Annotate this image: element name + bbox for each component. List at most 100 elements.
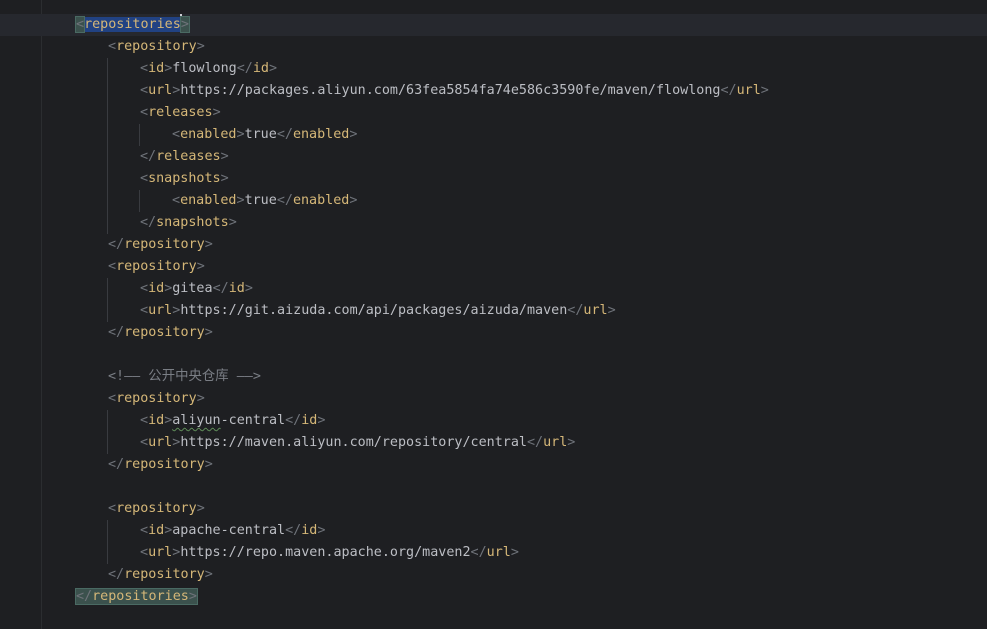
indent-guide — [107, 278, 108, 300]
repository-close-tag: </repository> — [108, 237, 213, 252]
repository-id: gitea — [172, 281, 213, 296]
repository-open-tag: <repository> — [108, 391, 205, 406]
enabled-value: true — [244, 193, 277, 208]
enabled-element: <enabled>true</enabled> — [172, 127, 358, 142]
tag-name: repository — [124, 325, 205, 340]
code-line[interactable] — [0, 344, 987, 366]
tag-name: id — [148, 61, 165, 76]
code-line[interactable]: <id>flowlong</id> — [0, 58, 987, 80]
repository-close-tag: </repository> — [108, 457, 213, 472]
id-element: <id>aliyun-central</id> — [140, 413, 326, 428]
repository-open-tag: <repository> — [108, 259, 205, 274]
tag-name: repository — [124, 567, 205, 582]
tag-name: id — [301, 523, 318, 538]
repository-close-tag: </repository> — [108, 325, 213, 340]
code-line[interactable]: <url>https://packages.aliyun.com/63fea58… — [0, 80, 987, 102]
repository-open-tag: <repository> — [108, 39, 205, 54]
repositories-close-tag: </repositories> — [75, 588, 198, 605]
code-line[interactable]: <enabled>true</enabled> — [0, 124, 987, 146]
url-element: <url>https://packages.aliyun.com/63fea58… — [140, 83, 769, 98]
tag-name: repository — [116, 501, 197, 516]
code-line[interactable]: </repositories> — [0, 586, 987, 608]
code-line[interactable]: </repository> — [0, 322, 987, 344]
indent-guide — [107, 542, 108, 564]
tag-name: repository — [116, 259, 197, 274]
tag-name: id — [301, 413, 318, 428]
repository-url: https://git.aizuda.com/api/packages/aizu… — [180, 303, 568, 318]
tag-name: repository — [116, 39, 197, 54]
tag-name: url — [148, 435, 173, 450]
tag-name: repository — [124, 237, 205, 252]
code-line[interactable]: <repository> — [0, 388, 987, 410]
code-line[interactable]: <repository> — [0, 498, 987, 520]
code-line[interactable]: <releases> — [0, 102, 987, 124]
indent-guide — [107, 146, 108, 168]
xml-comment: <!—— 公开中央仓库 ——> — [108, 369, 261, 384]
repository-url: https://maven.aliyun.com/repository/cent… — [180, 435, 527, 450]
tag-name: enabled — [292, 193, 350, 208]
code-line[interactable]: <url>https://maven.aliyun.com/repository… — [0, 432, 987, 454]
indent-guide — [107, 410, 108, 432]
code-line[interactable]: <enabled>true</enabled> — [0, 190, 987, 212]
code-line[interactable]: </repository> — [0, 454, 987, 476]
code-line[interactable]: <id>apache-central</id> — [0, 520, 987, 542]
indent-guide — [107, 102, 108, 124]
tag-name: snapshots — [156, 215, 229, 230]
indent-guide — [107, 124, 108, 146]
code-line[interactable]: </repository> — [0, 234, 987, 256]
tag-name: enabled — [180, 193, 237, 208]
tag-name: repository — [116, 391, 197, 406]
tag-name: releases — [148, 105, 213, 120]
code-line[interactable]: <id>aliyun-central</id> — [0, 410, 987, 432]
id-element: <id>flowlong</id> — [140, 61, 278, 76]
code-line[interactable]: <url>https://repo.maven.apache.org/maven… — [0, 542, 987, 564]
code-line[interactable]: <repository> — [0, 36, 987, 58]
repositories-open-tag: <repositories> — [74, 14, 190, 36]
tag-name: url — [148, 545, 173, 560]
indent-guide — [139, 124, 140, 146]
tag-name: id — [252, 61, 269, 76]
tag-name: repositories — [92, 589, 189, 604]
releases-open-tag: <releases> — [140, 105, 221, 120]
repository-open-tag: <repository> — [108, 501, 205, 516]
code-area[interactable]: <repositories> <repository> <id>flowlong… — [0, 14, 987, 608]
id-element: <id>gitea</id> — [140, 281, 253, 296]
code-line[interactable]: <repository> — [0, 256, 987, 278]
indent-guide — [139, 190, 140, 212]
code-line[interactable]: <url>https://git.aizuda.com/api/packages… — [0, 300, 987, 322]
url-element: <url>https://git.aizuda.com/api/packages… — [140, 303, 616, 318]
code-line[interactable] — [0, 476, 987, 498]
repository-close-tag: </repository> — [108, 567, 213, 582]
code-editor[interactable]: <repositories> <repository> <id>flowlong… — [0, 0, 987, 629]
code-line[interactable]: <!—— 公开中央仓库 ——> — [0, 366, 987, 388]
code-line[interactable]: <repositories> — [0, 14, 987, 36]
enabled-element: <enabled>true</enabled> — [172, 193, 358, 208]
indent-guide — [107, 432, 108, 454]
snapshots-close-tag: </snapshots> — [140, 215, 237, 230]
tag-name: repository — [124, 457, 205, 472]
repository-id: flowlong — [172, 61, 237, 76]
code-line[interactable]: <snapshots> — [0, 168, 987, 190]
indent-guide — [107, 58, 108, 80]
enabled-value: true — [244, 127, 277, 142]
code-line[interactable]: <id>gitea</id> — [0, 278, 987, 300]
tag-name: releases — [156, 149, 221, 164]
indent-guide — [107, 520, 108, 542]
indent-guide — [107, 80, 108, 102]
tag-name: enabled — [292, 127, 350, 142]
snapshots-open-tag: <snapshots> — [140, 171, 229, 186]
code-line[interactable]: </releases> — [0, 146, 987, 168]
tag-name: url — [148, 303, 173, 318]
tag-name: id — [228, 281, 245, 296]
releases-close-tag: </releases> — [140, 149, 229, 164]
code-line[interactable]: </snapshots> — [0, 212, 987, 234]
tag-name: id — [148, 523, 165, 538]
tag-name: url — [543, 435, 568, 450]
bracket: > — [179, 16, 190, 33]
url-element: <url>https://maven.aliyun.com/repository… — [140, 435, 576, 450]
tag-name: repositories — [84, 17, 181, 32]
tag-name: enabled — [180, 127, 237, 142]
indent-guide — [107, 212, 108, 234]
code-line[interactable]: </repository> — [0, 564, 987, 586]
repository-url: https://packages.aliyun.com/63fea5854fa7… — [180, 83, 721, 98]
